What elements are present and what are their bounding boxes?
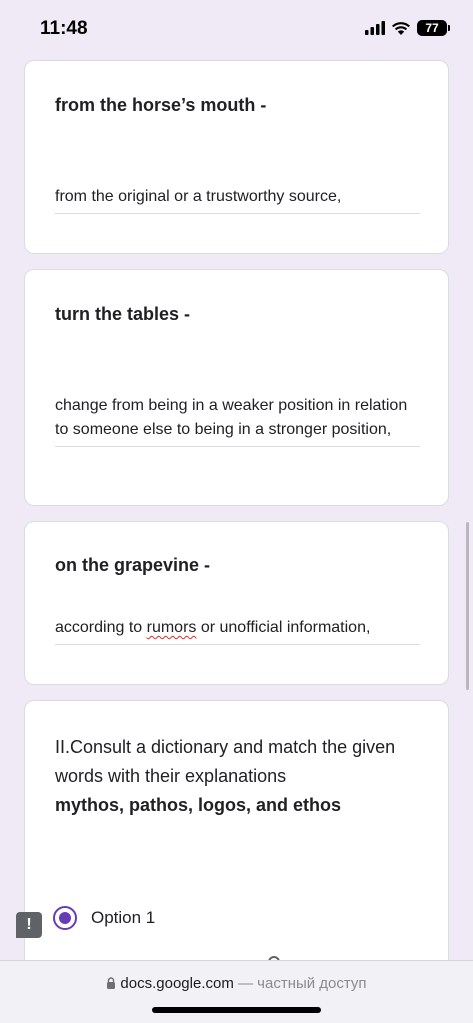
- url-note: — частный доступ: [233, 975, 367, 992]
- question-words: mythos, pathos, logos, and ethos: [55, 795, 342, 815]
- answer-text: or unofficial information,: [196, 619, 371, 636]
- status-time: 11:48: [40, 18, 88, 39]
- battery-icon: 77: [417, 20, 450, 36]
- card-title: turn the tables -: [55, 304, 191, 324]
- question-text: II.Consult a dictionary and match the gi…: [55, 733, 420, 820]
- lock-icon: [107, 977, 116, 989]
- question-card-turn-the-tables: turn the tables - change from being in a…: [24, 269, 449, 506]
- option-1[interactable]: Option 1: [53, 906, 155, 930]
- radio-button-selected[interactable]: [53, 906, 77, 930]
- browser-bottom-bar: docs.google.com — частный доступ: [0, 960, 473, 1023]
- card-title: from the horse’s mouth -: [55, 95, 267, 115]
- status-icons: 77: [365, 20, 450, 36]
- answer-text: according to: [55, 619, 147, 636]
- radio-dot-icon: [59, 912, 71, 924]
- cellular-signal-icon: [365, 21, 385, 35]
- url-bar[interactable]: docs.google.com — частный доступ: [0, 975, 473, 992]
- status-bar: 11:48 77: [0, 0, 473, 56]
- report-problem-icon[interactable]: !: [16, 912, 42, 938]
- question-instruction: II.Consult a dictionary and match the gi…: [55, 737, 396, 786]
- home-indicator[interactable]: [152, 1007, 321, 1013]
- answer-field[interactable]: change from being in a weaker position i…: [55, 394, 420, 447]
- question-card-on-the-grapevine: on the grapevine - according to rumors o…: [24, 521, 449, 685]
- scrollbar[interactable]: [466, 522, 469, 690]
- wifi-icon: [392, 21, 410, 35]
- answer-field[interactable]: according to rumors or unofficial inform…: [55, 616, 420, 645]
- misspelled-word: rumors: [146, 619, 197, 636]
- answer-field[interactable]: from the original or a trustworthy sourc…: [55, 185, 420, 214]
- option-label: Option 1: [91, 908, 156, 927]
- card-title: on the grapevine -: [55, 555, 211, 575]
- question-card-horses-mouth: from the horse’s mouth - from the origin…: [24, 60, 449, 254]
- url-domain: docs.google.com: [120, 975, 234, 992]
